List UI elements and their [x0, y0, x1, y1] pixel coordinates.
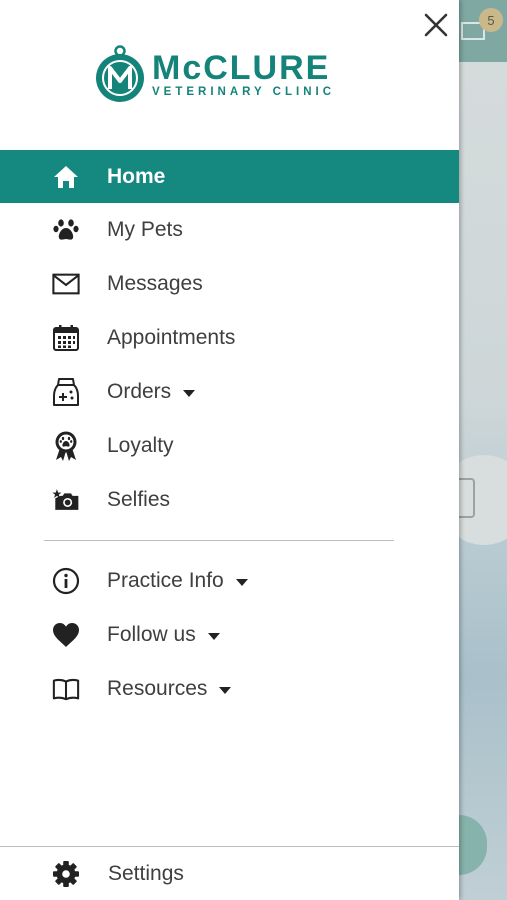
pet-food-bag-icon: [52, 378, 80, 406]
award-ribbon-icon: [52, 431, 80, 461]
background-app: 5: [439, 0, 507, 900]
logo-subtitle: VETERINARY CLINIC: [152, 85, 336, 98]
notification-badge: 5: [479, 8, 503, 32]
logo-emblem-icon: [96, 45, 144, 102]
logo-name: McCLURE: [152, 48, 331, 87]
calendar-icon: [52, 324, 80, 352]
menu-divider: [44, 540, 394, 541]
menu-item-practice-info[interactable]: Practice Info: [0, 554, 459, 608]
menu-item-loyalty[interactable]: Loyalty: [0, 419, 459, 473]
close-icon: [424, 13, 448, 37]
chevron-down-icon: [207, 632, 220, 640]
menu-item-label: Practice Info: [107, 569, 224, 592]
camera-star-icon: [52, 486, 80, 514]
menu-item-orders[interactable]: Orders: [0, 365, 459, 419]
envelope-icon: [52, 270, 80, 298]
chevron-down-icon: [219, 686, 232, 694]
main-menu: Home My Pets Messages Appointments Order…: [0, 150, 459, 716]
menu-item-label: Orders: [107, 380, 172, 403]
menu-item-messages[interactable]: Messages: [0, 257, 459, 311]
book-icon: [52, 675, 80, 703]
menu-item-label: Selfies: [107, 488, 171, 511]
menu-item-follow-us[interactable]: Follow us: [0, 608, 459, 662]
paw-icon: [52, 216, 80, 244]
close-button[interactable]: [419, 8, 453, 42]
gear-icon: [52, 860, 80, 888]
menu-item-label: Messages: [107, 272, 203, 295]
menu-item-selfies[interactable]: Selfies: [0, 473, 459, 527]
chevron-down-icon: [235, 578, 248, 586]
navigation-drawer: McCLURE VETERINARY CLINIC Home My Pets M…: [0, 0, 459, 900]
home-icon: [52, 163, 80, 191]
heart-icon: [52, 621, 80, 649]
menu-item-resources[interactable]: Resources: [0, 662, 459, 716]
chevron-down-icon: [183, 389, 196, 397]
menu-item-label: My Pets: [107, 218, 183, 241]
menu-item-label: Appointments: [107, 326, 236, 349]
clinic-logo: McCLURE VETERINARY CLINIC: [94, 44, 374, 104]
menu-item-label: Loyalty: [107, 434, 174, 457]
menu-item-label: Follow us: [107, 623, 196, 646]
background-fab: [459, 815, 487, 875]
menu-item-label: Settings: [108, 861, 184, 885]
pet-food-bag-icon: [459, 478, 475, 518]
menu-item-my-pets[interactable]: My Pets: [0, 203, 459, 257]
menu-item-label: Resources: [107, 677, 208, 700]
menu-item-appointments[interactable]: Appointments: [0, 311, 459, 365]
background-header: 5: [459, 0, 507, 62]
info-icon: [52, 567, 80, 595]
menu-item-label: Home: [107, 164, 166, 188]
menu-item-home[interactable]: Home: [0, 150, 459, 203]
menu-item-settings[interactable]: Settings: [0, 847, 459, 900]
